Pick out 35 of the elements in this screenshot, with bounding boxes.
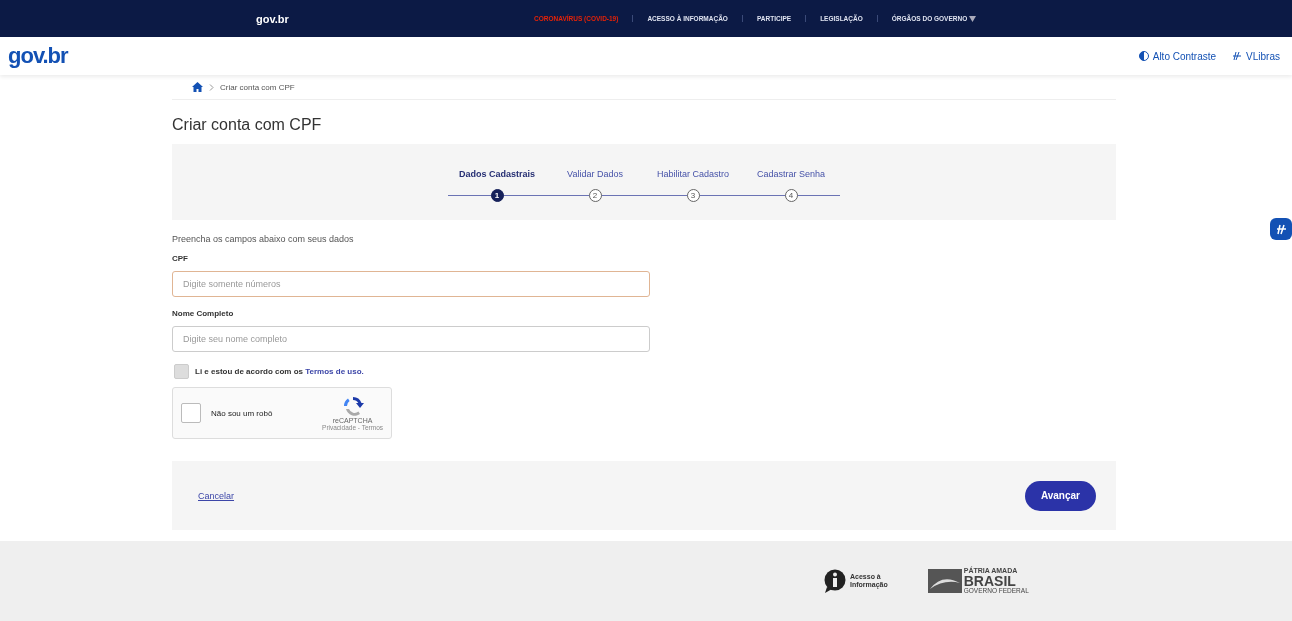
field-label: CPF [172, 254, 189, 263]
captcha-checkbox[interactable] [181, 403, 201, 423]
step-label: Dados Cadastrais [459, 168, 535, 181]
gov-logo[interactable]: gov.br [8, 43, 68, 69]
step-label: Cadastrar Senha [756, 168, 825, 181]
next-button[interactable]: Avançar [1024, 480, 1096, 511]
info-icon [824, 569, 846, 593]
form-instructions: Preencha os campos abaixo com seus dados [172, 234, 355, 244]
terms-link[interactable]: Termos de uso. [305, 367, 364, 376]
captcha-label: Não sou um robô [211, 408, 274, 418]
field-label: Nome Completo [172, 309, 235, 318]
terms-checkbox[interactable] [174, 364, 189, 379]
step-label: Habilitar Cadastro [657, 168, 729, 181]
step-number: 4 [784, 188, 798, 202]
accessibility-widget-button[interactable] [1270, 218, 1292, 240]
header-link[interactable]: Alto Contraste [1138, 50, 1217, 62]
terms-text: Li e estou de acordo com os Termos de uso. [195, 367, 364, 376]
home-icon[interactable] [192, 82, 203, 92]
header-link[interactable]: VLibras [1232, 50, 1280, 62]
recaptcha-icon [341, 395, 364, 417]
breadcrumb-current: Criar conta com CPF [220, 82, 295, 92]
chevron-icon [209, 83, 214, 91]
step-number: 3 [686, 188, 700, 202]
step-number: 1 [490, 188, 504, 202]
step-label: Validar Dados [567, 168, 623, 181]
text-field[interactable]: Digite somente números [172, 271, 650, 297]
page-title: Criar conta com CPF [172, 116, 323, 134]
gov-logo[interactable]: gov.br [256, 12, 520, 25]
step-number: 2 [588, 188, 602, 202]
caret-icon [969, 15, 977, 22]
brand-name: BRASIL [963, 574, 1016, 589]
cancel-link[interactable]: Cancelar [198, 490, 235, 501]
contrast-icon [1138, 51, 1149, 61]
text-field[interactable]: Digite seu nome completo [172, 326, 650, 352]
flag-drawing [927, 569, 962, 593]
